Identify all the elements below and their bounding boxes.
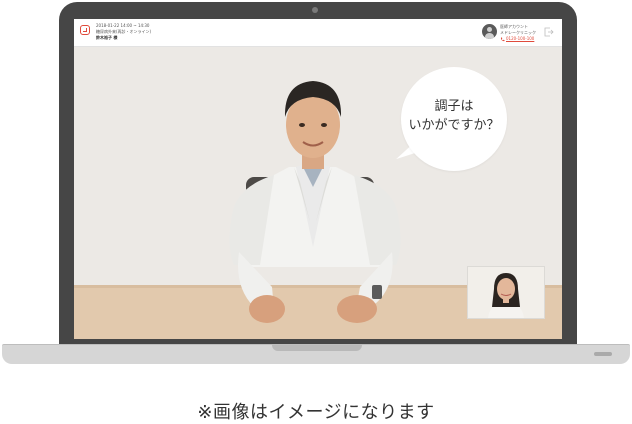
account-label: 医師アカウント: [500, 24, 528, 29]
app-header: 2018-01-22 14:00 ~ 14:30 糖尿病外来(再診・オンライン)…: [74, 19, 562, 47]
patient-video-image: [468, 267, 544, 318]
clinic-phone-link[interactable]: 0120-100-100: [506, 36, 534, 41]
app-screen: 2018-01-22 14:00 ~ 14:30 糖尿病外来(再診・オンライン)…: [74, 19, 562, 339]
laptop-base: [2, 344, 630, 364]
image-caption: ※画像はイメージになります: [197, 402, 435, 423]
camera-icon: [312, 7, 318, 13]
speech-line-1: 調子は: [434, 99, 474, 114]
user-avatar-icon[interactable]: [482, 24, 497, 39]
speech-bubble-text: 調子は いかがですか？: [401, 97, 507, 135]
patient-video-pip[interactable]: [467, 266, 545, 319]
logout-icon[interactable]: [544, 27, 554, 37]
app-logo-icon[interactable]: [80, 25, 90, 35]
patient-name: 鈴木裕子 様: [96, 35, 118, 40]
clinic-name: メドレークリニック: [500, 30, 536, 35]
laptop-indicator-led: [594, 352, 612, 356]
appointment-datetime: 2018-01-22 14:00 ~ 14:30: [96, 23, 150, 28]
phone-icon: [501, 37, 505, 42]
appointment-type: 糖尿病外来(再診・オンライン): [96, 29, 152, 34]
laptop-hinge-notch: [272, 345, 362, 351]
speech-line-2: いかがですか？: [408, 118, 500, 133]
